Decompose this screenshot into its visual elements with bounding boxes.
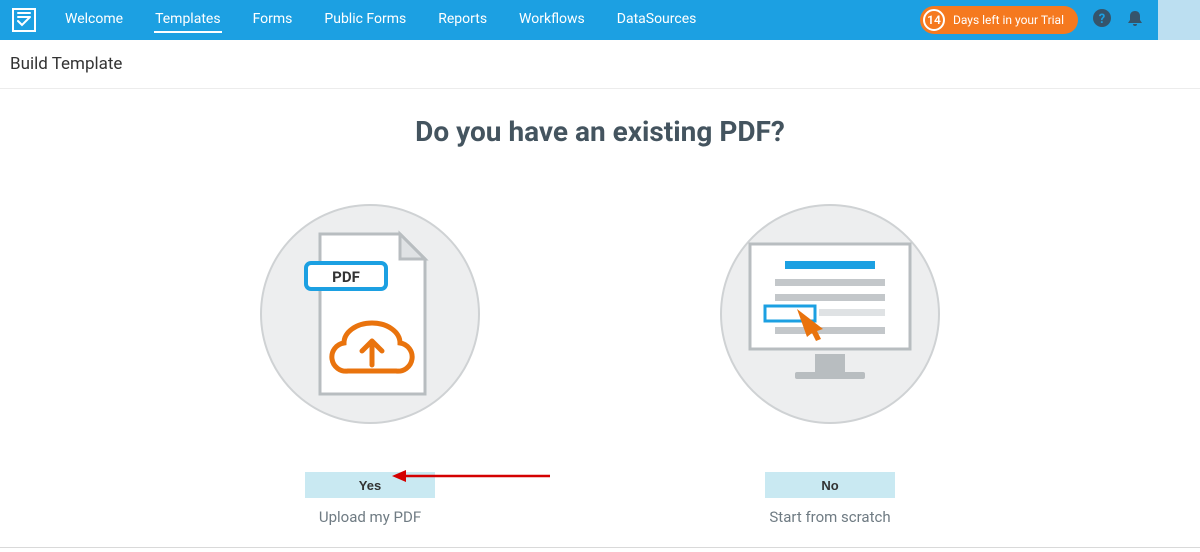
no-button[interactable]: No — [765, 472, 895, 498]
page-title: Build Template — [0, 40, 1200, 89]
main-question: Do you have an existing PDF? — [0, 115, 1200, 148]
help-icon[interactable]: ? — [1092, 8, 1112, 32]
account-stub[interactable] — [1158, 0, 1200, 40]
footer-divider — [0, 547, 1200, 548]
yes-caption: Upload my PDF — [319, 508, 421, 526]
svg-text:?: ? — [1099, 12, 1105, 27]
top-navbar: Welcome Templates Forms Public Forms Rep… — [0, 0, 1200, 40]
nav-item-templates[interactable]: Templates — [154, 7, 222, 33]
pdf-upload-icon: PDF — [300, 229, 440, 399]
nav-item-forms[interactable]: Forms — [252, 7, 294, 33]
trial-banner[interactable]: 14 Days left in your Trial — [920, 6, 1078, 34]
primary-nav: Welcome Templates Forms Public Forms Rep… — [64, 7, 697, 33]
nav-item-datasources[interactable]: DataSources — [616, 7, 698, 33]
trial-label: Days left in your Trial — [953, 13, 1064, 27]
option-yes-graphic[interactable]: PDF — [260, 204, 480, 424]
nav-item-workflows[interactable]: Workflows — [518, 7, 586, 33]
option-yes: PDF Yes Upload my PDF — [260, 204, 480, 526]
blank-form-icon — [745, 239, 915, 389]
nav-item-reports[interactable]: Reports — [437, 7, 488, 33]
trial-days-count: 14 — [923, 9, 945, 31]
app-logo-icon[interactable] — [12, 8, 36, 32]
svg-text:PDF: PDF — [332, 268, 360, 286]
nav-item-public-forms[interactable]: Public Forms — [323, 7, 407, 33]
option-no: No Start from scratch — [720, 204, 940, 526]
nav-item-welcome[interactable]: Welcome — [64, 7, 124, 33]
arrow-annotation-icon — [390, 466, 550, 486]
bell-icon[interactable] — [1126, 9, 1144, 31]
options-row: PDF Yes Upload my PDF — [0, 204, 1200, 526]
option-no-graphic[interactable] — [720, 204, 940, 424]
no-caption: Start from scratch — [769, 508, 890, 526]
